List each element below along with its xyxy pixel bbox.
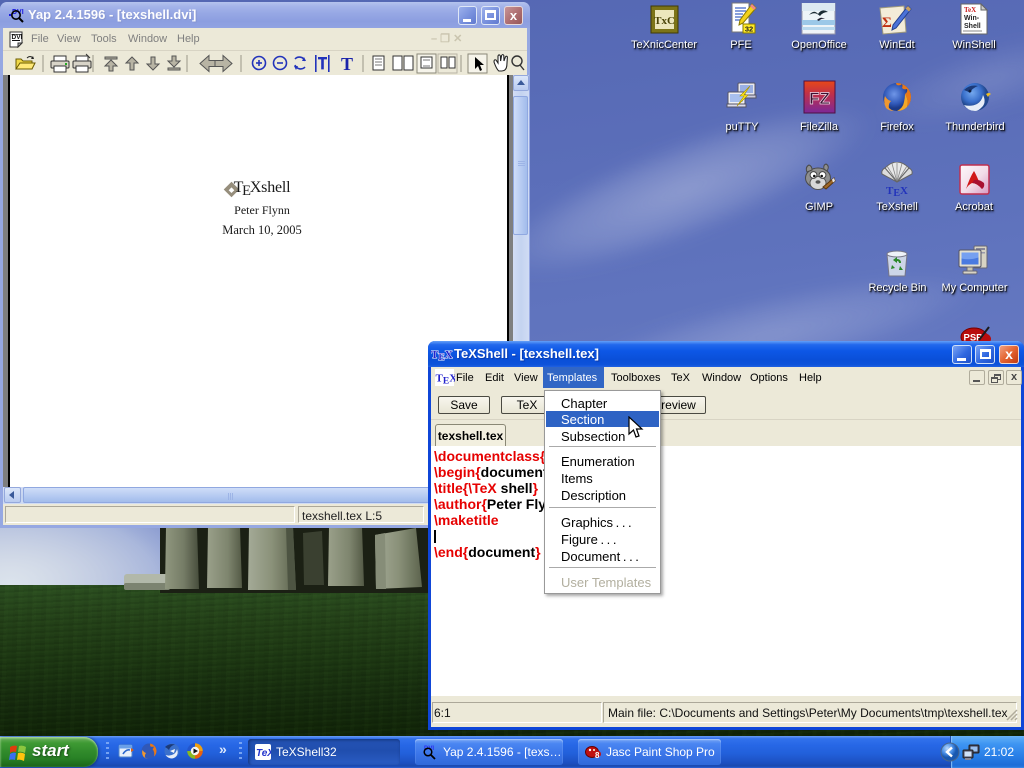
svg-text:Σ: Σ bbox=[882, 15, 892, 31]
svg-text:DVI: DVI bbox=[12, 9, 24, 16]
svg-text:FZ: FZ bbox=[809, 89, 830, 108]
svg-text:TEX: TEX bbox=[886, 185, 908, 197]
svg-text:TeX: TeX bbox=[256, 748, 271, 759]
svg-text:TxC: TxC bbox=[654, 15, 675, 27]
svg-text:DVI: DVI bbox=[12, 34, 23, 41]
svg-text:TeX: TeX bbox=[964, 6, 976, 14]
svg-text:Shell: Shell bbox=[964, 23, 981, 30]
svg-text:32: 32 bbox=[745, 25, 753, 34]
svg-text:Win-: Win- bbox=[964, 15, 980, 22]
svg-text:T: T bbox=[341, 54, 353, 74]
svg-text:TEX: TEX bbox=[431, 349, 453, 362]
svg-text:8: 8 bbox=[595, 751, 600, 760]
